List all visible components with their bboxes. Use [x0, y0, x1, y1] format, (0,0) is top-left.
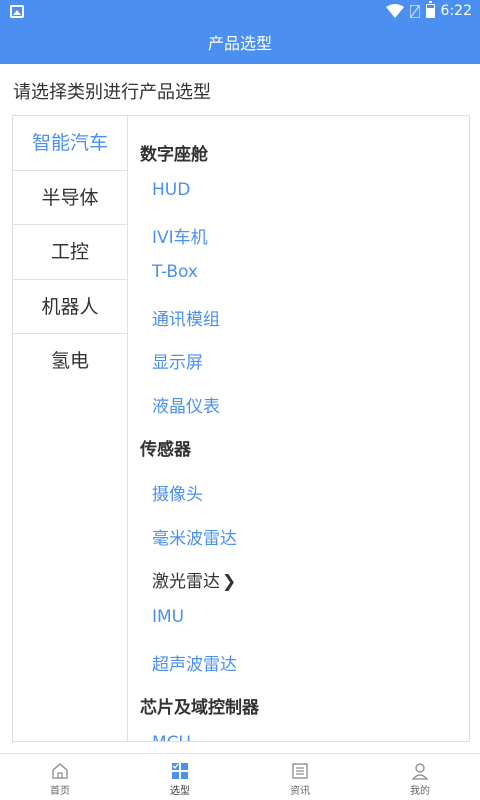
profile-icon: [411, 763, 429, 780]
chevron-right-icon: ❯: [222, 572, 237, 592]
selection-panel: 智能汽车 半导体 工控 机器人 氢电 数字座舱 HUD IVI车机 T-Box …: [12, 115, 470, 742]
product-item-hud[interactable]: HUD: [152, 180, 190, 200]
nav-home-label: 首页: [50, 786, 70, 797]
product-item-imu[interactable]: IMU: [152, 607, 184, 627]
bottom-nav: 首页 选型 资讯 我的: [0, 753, 480, 800]
status-time: 6:22: [440, 3, 472, 19]
no-sim-icon: [409, 4, 420, 18]
home-icon: [52, 763, 68, 779]
sidebar-item-smart-car[interactable]: 智能汽车: [13, 116, 127, 171]
instruction-text: 请选择类别进行产品选型: [13, 82, 211, 103]
nav-news[interactable]: 资讯: [240, 754, 360, 800]
nav-selection-label: 选型: [170, 786, 190, 797]
sidebar-item-semiconductor[interactable]: 半导体: [13, 171, 127, 225]
page-title: 产品选型: [207, 34, 272, 53]
news-list-icon: [292, 763, 308, 779]
wifi-icon: [385, 4, 404, 18]
product-item-mmwave-radar[interactable]: 毫米波雷达: [152, 524, 237, 549]
product-item-ivi[interactable]: IVI车机: [152, 223, 208, 248]
nav-profile[interactable]: 我的: [360, 754, 480, 800]
lidar-label: 激光雷达: [152, 572, 220, 592]
battery-icon: [425, 1, 435, 18]
section-title-digital-cockpit: 数字座舱: [140, 145, 208, 165]
status-bar: 6:22: [0, 0, 480, 24]
section-title-sensors: 传感器: [140, 440, 191, 460]
product-item-comm-module[interactable]: 通讯模组: [152, 305, 220, 330]
selection-grid-icon: [172, 763, 188, 779]
sidebar-item-industrial-control[interactable]: 工控: [13, 225, 127, 280]
nav-selection[interactable]: 选型: [120, 754, 240, 800]
product-item-display[interactable]: 显示屏: [152, 348, 203, 373]
sidebar-item-hydrogen[interactable]: 氢电: [13, 334, 127, 389]
product-item-lcd-cluster[interactable]: 液晶仪表: [152, 392, 220, 417]
product-item-tbox[interactable]: T-Box: [152, 262, 198, 282]
nav-news-label: 资讯: [290, 786, 310, 797]
section-title-chips-domain-controllers: 芯片及域控制器: [140, 698, 259, 718]
nav-profile-label: 我的: [410, 786, 430, 797]
product-item-lidar[interactable]: 激光雷达 ❯: [152, 567, 236, 592]
status-icons: 6:22: [385, 1, 472, 19]
nav-home[interactable]: 首页: [0, 754, 120, 800]
sidebar-item-robot[interactable]: 机器人: [13, 280, 127, 334]
image-notification-icon: [10, 5, 24, 18]
category-sidebar: 智能汽车 半导体 工控 机器人 氢电: [13, 116, 128, 741]
product-item-ultrasonic-radar[interactable]: 超声波雷达: [152, 650, 237, 675]
app-bar: 产品选型: [0, 24, 480, 64]
product-item-mcu[interactable]: MCU: [152, 733, 191, 741]
product-item-camera[interactable]: 摄像头: [152, 480, 203, 505]
product-list: 数字座舱 HUD IVI车机 T-Box 通讯模组 显示屏 液晶仪表 传感器 摄…: [140, 116, 469, 741]
